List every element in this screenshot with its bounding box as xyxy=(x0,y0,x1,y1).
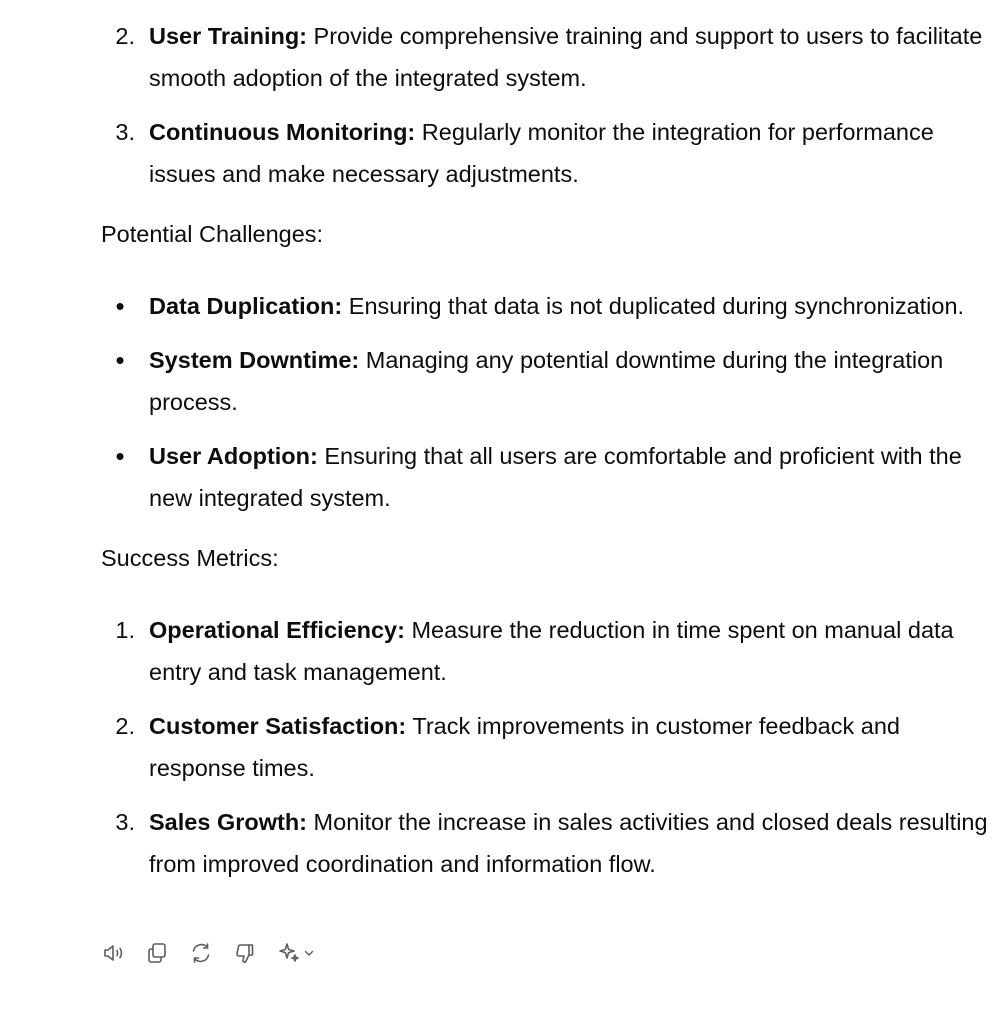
metrics-heading: Success Metrics: xyxy=(101,545,279,571)
message-actions-toolbar xyxy=(98,937,332,969)
chevron-down-icon xyxy=(304,950,314,956)
copy-icon xyxy=(148,943,166,963)
regenerate-button[interactable] xyxy=(186,938,216,968)
item-title: User Training: xyxy=(149,23,308,49)
challenges-heading: Potential Challenges: xyxy=(101,221,324,247)
thumbs-down-icon xyxy=(236,944,254,963)
list-item: 2. Customer Satisfaction: Track improvem… xyxy=(101,705,991,789)
read-aloud-icon xyxy=(104,945,123,961)
bullet-marker: • xyxy=(115,291,125,321)
item-title: Sales Growth: xyxy=(149,809,308,835)
challenges-list: • Data Duplication: Ensuring that data i… xyxy=(101,285,991,519)
item-title: Customer Satisfaction: xyxy=(149,713,407,739)
regenerate-icon xyxy=(192,943,210,963)
item-title: System Downtime: xyxy=(149,347,360,373)
list-item: 2. User Training: Provide comprehensive … xyxy=(101,15,991,99)
list-item: • System Downtime: Managing any potentia… xyxy=(101,339,991,423)
bullet-marker: • xyxy=(115,345,125,375)
list-item: • Data Duplication: Ensuring that data i… xyxy=(101,285,991,327)
sparkle-icon xyxy=(279,943,299,962)
item-title: User Adoption: xyxy=(149,443,318,469)
model-switch-button[interactable] xyxy=(274,938,318,968)
implementation-steps-list: 2. User Training: Provide comprehensive … xyxy=(101,15,991,195)
list-marker: 2. xyxy=(115,713,135,739)
list-marker: 3. xyxy=(115,119,135,145)
list-item: • User Adoption: Ensuring that all users… xyxy=(101,435,991,519)
list-marker: 3. xyxy=(115,809,135,835)
list-item: 3. Continuous Monitoring: Regularly moni… xyxy=(101,111,991,195)
list-item: 3. Sales Growth: Monitor the increase in… xyxy=(101,801,991,885)
list-marker: 1. xyxy=(115,617,135,643)
list-item: 1. Operational Efficiency: Measure the r… xyxy=(101,609,991,693)
item-text: Ensuring that data is not duplicated dur… xyxy=(342,293,965,319)
item-title: Operational Efficiency: xyxy=(149,617,405,643)
bullet-marker: • xyxy=(115,441,125,471)
read-aloud-button[interactable] xyxy=(98,938,128,968)
item-title: Continuous Monitoring: xyxy=(149,119,416,145)
thumbs-down-button[interactable] xyxy=(230,938,260,968)
metrics-list: 1. Operational Efficiency: Measure the r… xyxy=(101,609,991,885)
list-marker: 2. xyxy=(115,23,135,49)
assistant-message: 2. User Training: Provide comprehensive … xyxy=(101,0,991,897)
item-title: Data Duplication: xyxy=(149,293,343,319)
copy-button[interactable] xyxy=(142,938,172,968)
